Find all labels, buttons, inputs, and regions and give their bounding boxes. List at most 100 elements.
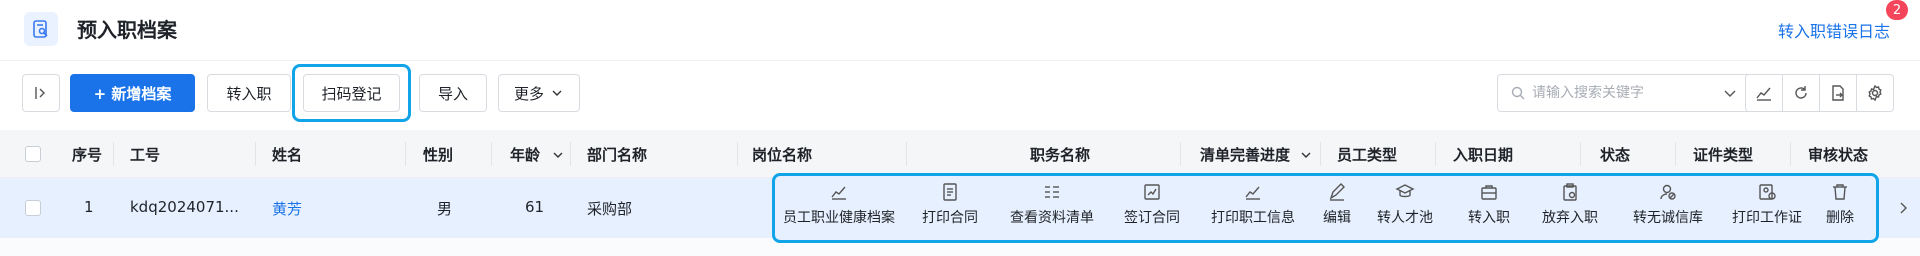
- transfer-employment-button[interactable]: 转入职: [207, 74, 291, 112]
- refresh-button[interactable]: [1782, 74, 1820, 112]
- header-divider: [0, 60, 1920, 61]
- export-button[interactable]: [1819, 74, 1857, 112]
- chart-view-button[interactable]: [1745, 74, 1783, 112]
- chart-icon: [1245, 186, 1260, 200]
- action-label: 转无诚信库: [1633, 210, 1703, 226]
- more-dropdown-button[interactable]: 更多: [498, 74, 580, 112]
- action-label: 转人才池: [1377, 210, 1433, 226]
- search-box[interactable]: [1497, 74, 1751, 112]
- col-age-label: 年龄: [510, 146, 541, 164]
- col-separator: [405, 142, 406, 166]
- cell-index: 1: [84, 198, 94, 216]
- col-separator: [570, 142, 571, 166]
- cell-name-link[interactable]: 黄芳: [272, 198, 302, 219]
- action-label: 编辑: [1323, 210, 1351, 226]
- col-department: 部门名称: [587, 146, 648, 164]
- document-icon: [943, 183, 957, 201]
- error-count-badge: 2: [1886, 0, 1908, 20]
- col-checklist-progress-label: 清单完善进度: [1200, 146, 1291, 164]
- toolbar: + 新增档案 转入职 扫码登记 导入 更多: [0, 64, 1920, 122]
- col-separator: [113, 142, 114, 166]
- action-label: 打印职工信息: [1211, 210, 1295, 226]
- cell-employee-id: kdq2024071...: [130, 198, 239, 216]
- archive-icon: [24, 12, 58, 46]
- col-employee-id: 工号: [130, 146, 161, 164]
- select-all-checkbox[interactable]: [25, 146, 41, 162]
- scroll-right-button[interactable]: [1893, 198, 1913, 218]
- action-view-checklist[interactable]: 查看资料清单: [1007, 182, 1097, 227]
- col-name: 姓名: [272, 146, 303, 164]
- clipboard-icon: [1563, 183, 1577, 201]
- action-transfer-dishonesty-list[interactable]: 转无诚信库: [1623, 182, 1713, 227]
- chevron-down-icon: [552, 90, 562, 96]
- search-icon: [1511, 86, 1525, 100]
- col-separator: [1435, 142, 1436, 166]
- row-action-bar: 员工职业健康档案 打印合同 查看资料清单 签订合同 打印职工信息 编辑 转人才池…: [772, 173, 1879, 243]
- col-position: 岗位名称: [752, 146, 813, 164]
- col-separator: [1180, 142, 1181, 166]
- action-abandon-employment[interactable]: 放弃入职: [1535, 182, 1605, 227]
- col-separator: [1790, 142, 1791, 166]
- app-root: 预入职档案 转入职错误日志 2 + 新增档案 转入职 扫码登记 导入 更多 请输…: [0, 0, 1920, 256]
- cell-age: 61: [525, 198, 545, 216]
- action-label: 员工职业健康档案: [783, 210, 895, 226]
- col-gender: 性别: [423, 146, 454, 164]
- col-age[interactable]: 年龄: [510, 144, 565, 165]
- add-archive-button[interactable]: + 新增档案: [70, 74, 195, 112]
- action-label: 打印合同: [922, 210, 978, 226]
- col-hire-date: 入职日期: [1453, 146, 1514, 164]
- row-checkbox[interactable]: [25, 200, 41, 216]
- action-transfer-employment[interactable]: 转入职: [1459, 182, 1519, 227]
- badge-icon: [1759, 184, 1776, 200]
- cell-gender: 男: [437, 200, 453, 218]
- col-separator: [737, 142, 738, 166]
- action-print-contract[interactable]: 打印合同: [915, 182, 985, 227]
- col-separator: [491, 142, 492, 166]
- col-job-title: 职务名称: [1030, 146, 1091, 164]
- col-review-status: 审核状态: [1808, 146, 1869, 164]
- col-separator: [906, 142, 907, 166]
- trash-icon: [1833, 184, 1847, 200]
- briefcase-icon: [1481, 185, 1497, 200]
- export-icon: [1832, 85, 1844, 101]
- col-separator: [1675, 142, 1676, 166]
- page-title: 预入职档案: [77, 18, 177, 42]
- col-checklist-progress[interactable]: 清单完善进度: [1200, 144, 1313, 165]
- action-label: 签订合同: [1124, 210, 1180, 226]
- sort-chevron-icon[interactable]: [1299, 148, 1313, 162]
- user-block-icon: [1660, 184, 1676, 200]
- col-status: 状态: [1600, 146, 1631, 164]
- table-header: 序号 工号 姓名 性别 年龄 部门名称 岗位名称 职务名称 清单完善进度 员工类…: [0, 130, 1920, 178]
- col-index: 序号: [72, 146, 103, 164]
- action-label: 打印工作证: [1732, 210, 1802, 226]
- action-print-employee-info[interactable]: 打印职工信息: [1203, 182, 1303, 227]
- col-separator: [1320, 142, 1321, 166]
- checklist-icon: [1045, 186, 1059, 198]
- expand-panel-button[interactable]: [22, 74, 60, 112]
- action-edit[interactable]: 编辑: [1317, 182, 1357, 227]
- col-separator: [255, 142, 256, 166]
- sort-chevron-icon[interactable]: [551, 148, 565, 162]
- col-separator: [1580, 142, 1581, 166]
- action-label: 转入职: [1468, 210, 1510, 226]
- action-print-work-badge[interactable]: 打印工作证: [1727, 182, 1807, 227]
- action-health-archive[interactable]: 员工职业健康档案: [779, 182, 899, 227]
- error-log-link[interactable]: 转入职错误日志: [1778, 18, 1890, 42]
- pen-icon: [1329, 183, 1345, 201]
- scan-register-button[interactable]: 扫码登记: [303, 74, 400, 112]
- import-button[interactable]: 导入: [419, 74, 487, 112]
- settings-button[interactable]: [1856, 74, 1894, 112]
- action-label: 删除: [1826, 210, 1854, 226]
- search-chevron-down-icon[interactable]: [1722, 85, 1738, 101]
- search-input[interactable]: [1532, 85, 1692, 101]
- chart-icon: [831, 186, 846, 200]
- action-transfer-talent-pool[interactable]: 转人才池: [1370, 182, 1440, 227]
- action-sign-contract[interactable]: 签订合同: [1117, 182, 1187, 227]
- cell-department: 采购部: [587, 200, 633, 218]
- view-tools: [1745, 74, 1905, 112]
- action-delete[interactable]: 删除: [1820, 182, 1860, 227]
- page-header: 预入职档案 转入职错误日志 2: [0, 0, 1920, 56]
- chevron-right-icon: [1900, 202, 1907, 214]
- sign-icon: [1144, 184, 1160, 200]
- col-id-type: 证件类型: [1693, 146, 1754, 164]
